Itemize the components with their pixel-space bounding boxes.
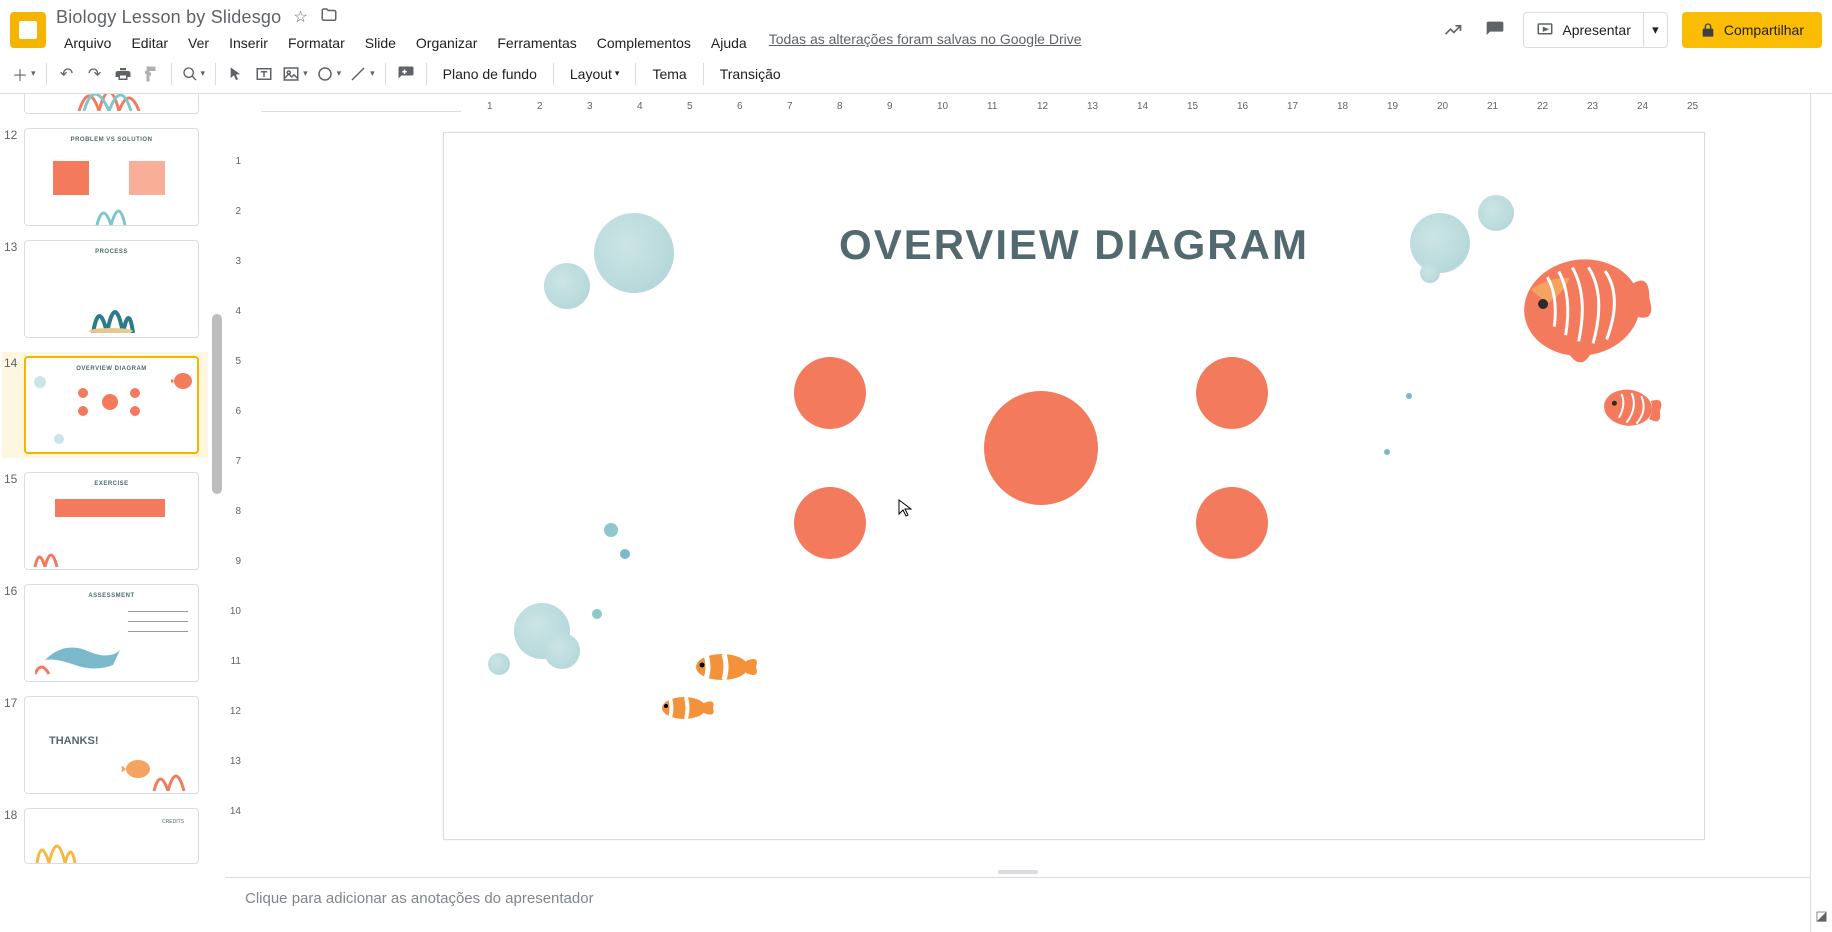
panel-scrollbar[interactable]	[212, 314, 222, 494]
diagram-circle[interactable]	[1196, 357, 1268, 429]
thumb-12[interactable]: PROBLEM VS SOLUTION	[24, 128, 199, 226]
thumb-title: PROCESS	[25, 249, 198, 255]
shape-tool[interactable]: ▾	[312, 60, 346, 88]
line-tool[interactable]: ▾	[345, 60, 379, 88]
thumb-15[interactable]: EXERCISE	[24, 472, 199, 570]
thumb-title: EXERCISE	[25, 481, 198, 487]
menu-file[interactable]: Arquivo	[56, 31, 119, 55]
menu-edit[interactable]: Editar	[123, 31, 176, 55]
bubble-decoration	[1406, 393, 1412, 399]
menu-slide[interactable]: Slide	[357, 31, 404, 55]
thumb-num-16: 16	[4, 584, 17, 598]
doc-title[interactable]: Biology Lesson by Slidesgo	[56, 7, 281, 28]
menu-view[interactable]: Ver	[180, 31, 217, 55]
ruler-vertical: 1234567891011121314	[225, 112, 243, 867]
menu-help[interactable]: Ajuda	[703, 31, 755, 55]
bubble-decoration	[604, 523, 618, 537]
new-slide-button[interactable]: ＋▾	[8, 60, 40, 88]
fish-illustration	[1496, 233, 1663, 383]
textbox-tool[interactable]	[250, 60, 278, 88]
thumb-14[interactable]: OVERVIEW DIAGRAM	[24, 356, 199, 454]
clownfish-illustration	[656, 693, 716, 723]
menu-tools[interactable]: Ferramentas	[489, 31, 584, 55]
diagram-circle[interactable]	[794, 487, 866, 559]
select-tool[interactable]	[222, 60, 250, 88]
right-rail: ◪	[1810, 94, 1832, 932]
clownfish-illustration	[690, 649, 760, 685]
thumb-num-17: 17	[4, 696, 17, 710]
present-dropdown[interactable]: ▾	[1644, 12, 1668, 48]
image-tool[interactable]: ▾	[278, 60, 312, 88]
paint-format-button[interactable]	[137, 60, 165, 88]
app-logo[interactable]	[10, 12, 46, 48]
notes-resize-handle[interactable]	[225, 867, 1810, 877]
undo-button[interactable]: ↶	[53, 60, 81, 88]
activity-icon[interactable]	[1439, 16, 1467, 44]
menu-format[interactable]: Formatar	[280, 31, 353, 55]
bubble-decoration	[1410, 213, 1470, 273]
thumb-13[interactable]: PROCESS	[24, 240, 199, 338]
bubble-decoration	[1384, 449, 1390, 455]
thumb-num-14: 14	[4, 356, 17, 370]
menu-arrange[interactable]: Organizar	[408, 31, 485, 55]
thumb-num-12: 12	[4, 128, 17, 142]
thumb-title: ASSESSMENT	[25, 593, 198, 599]
bubble-decoration	[594, 213, 674, 293]
diagram-circle[interactable]	[794, 357, 866, 429]
slide-panel[interactable]: 12 PROBLEM VS SOLUTION 13	[0, 94, 225, 932]
thumb-title: CREDITS	[162, 819, 184, 825]
comments-icon[interactable]	[1481, 16, 1509, 44]
thumb-title: THANKS!	[49, 735, 99, 747]
bubble-decoration	[1420, 263, 1440, 283]
share-label: Compartilhar	[1724, 22, 1804, 38]
bubble-decoration	[1478, 195, 1514, 231]
slide-title: OVERVIEW DIAGRAM	[839, 221, 1309, 269]
move-folder-icon[interactable]	[320, 6, 338, 29]
thumb-18[interactable]: CREDITS	[24, 808, 199, 864]
ruler-horizontal: 1234567891011121314151617181920212223242…	[261, 94, 461, 112]
present-label: Apresentar	[1562, 22, 1630, 38]
thumb-17[interactable]: THANKS!	[24, 696, 199, 794]
menu-insert[interactable]: Inserir	[221, 31, 276, 55]
fish-illustration-small	[1596, 380, 1667, 437]
share-button[interactable]: Compartilhar	[1682, 12, 1822, 48]
speaker-notes[interactable]: Clique para adicionar as anotações do ap…	[225, 877, 1810, 932]
cursor-icon	[898, 499, 912, 522]
redo-button[interactable]: ↷	[81, 60, 109, 88]
thumb-num-18: 18	[4, 808, 17, 822]
save-status[interactable]: Todas as alterações foram salvas no Goog…	[769, 31, 1082, 55]
bubble-decoration	[544, 263, 590, 309]
explore-icon[interactable]: ◪	[1815, 908, 1827, 924]
bubble-decoration	[544, 633, 580, 669]
zoom-button[interactable]: ▾	[178, 60, 210, 88]
thumb-11[interactable]	[24, 94, 199, 114]
thumb-num-13: 13	[4, 240, 17, 254]
present-button[interactable]: Apresentar	[1523, 12, 1643, 48]
bubble-decoration	[620, 549, 630, 559]
slide-canvas[interactable]: OVERVIEW DIAGRAM	[443, 132, 1705, 840]
comment-tool[interactable]	[392, 60, 420, 88]
transition-button[interactable]: Transição	[710, 60, 791, 88]
print-button[interactable]	[109, 60, 137, 88]
diagram-circle[interactable]	[1196, 487, 1268, 559]
layout-button[interactable]: Layout▾	[560, 60, 630, 88]
star-icon[interactable]: ☆	[293, 7, 307, 27]
bubble-decoration	[488, 653, 510, 675]
thumb-16[interactable]: ASSESSMENT	[24, 584, 199, 682]
thumb-title: PROBLEM VS SOLUTION	[25, 137, 198, 143]
bubble-decoration	[592, 609, 602, 619]
theme-button[interactable]: Tema	[642, 60, 696, 88]
thumb-num-15: 15	[4, 472, 17, 486]
diagram-circle-center[interactable]	[984, 391, 1098, 505]
menu-addons[interactable]: Complementos	[589, 31, 699, 55]
background-button[interactable]: Plano de fundo	[433, 60, 547, 88]
